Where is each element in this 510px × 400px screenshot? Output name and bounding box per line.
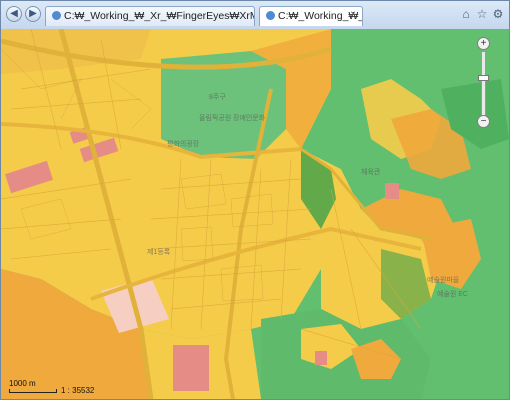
browser-window: ◀ ▶ C:₩_Working_₩_Xr_₩FingerEyes₩XrMapTe… [0,0,510,400]
close-tab-icon[interactable]: × [350,9,356,20]
zoom-out-button[interactable]: − [477,115,490,128]
scale-ratio: 1 : 35532 [61,386,95,395]
map-label-1: 8주구 [209,94,226,101]
zoom-slider-thumb[interactable] [478,75,489,82]
minus-icon: − [480,116,487,127]
parcel-pink-6 [315,351,327,365]
parcel-pink-5 [385,183,399,199]
tab-active[interactable]: C:₩_Working_₩_Xr_₩Fi... × [259,6,363,26]
page-icon [52,11,61,20]
browser-toolbar: ◀ ▶ C:₩_Working_₩_Xr_₩FingerEyes₩XrMapTe… [1,1,509,30]
map-canvas [1,29,509,399]
plus-icon: + [480,38,487,49]
map-label-6: 체육관 [361,169,381,176]
map-label-3: 평화의광장 [167,141,200,148]
address-bar[interactable]: C:₩_Working_₩_Xr_₩FingerEyes₩XrMapTest₩b… [45,6,255,26]
scale-distance: 1000 m [9,379,36,388]
scale-bar: 1000 m 1 : 35532 [9,379,94,395]
map-label-4: 장애인문화 [233,115,266,122]
tab-page-icon [266,11,275,20]
zoom-slider-track[interactable] [481,51,486,117]
map-label-7: 제1등록 [147,249,171,256]
map-label-5: 예술원 EC [437,291,468,298]
forward-button[interactable]: ▶ [25,6,41,22]
map-label-2: 올림픽공원 [199,115,232,122]
forward-arrow-icon: ▶ [29,8,37,19]
address-text: C:₩_Working_₩_Xr_₩FingerEyes₩XrMapTest₩b… [64,10,254,22]
map-label-8: 예술원마을 [427,277,460,284]
back-button[interactable]: ◀ [6,6,22,22]
home-icon[interactable]: ⌂ [459,7,473,21]
back-arrow-icon: ◀ [10,8,18,19]
map-view[interactable]: 8주구 올림픽공원 평화의광장 장애인문화 예술원 EC 체육관 제1등록 예술… [1,29,509,399]
parcel-pink-4 [173,345,209,391]
star-icon[interactable]: ☆ [475,7,489,21]
gear-icon[interactable]: ⚙ [491,7,505,21]
scale-ruler [9,389,57,393]
zoom-in-button[interactable]: + [477,37,490,50]
